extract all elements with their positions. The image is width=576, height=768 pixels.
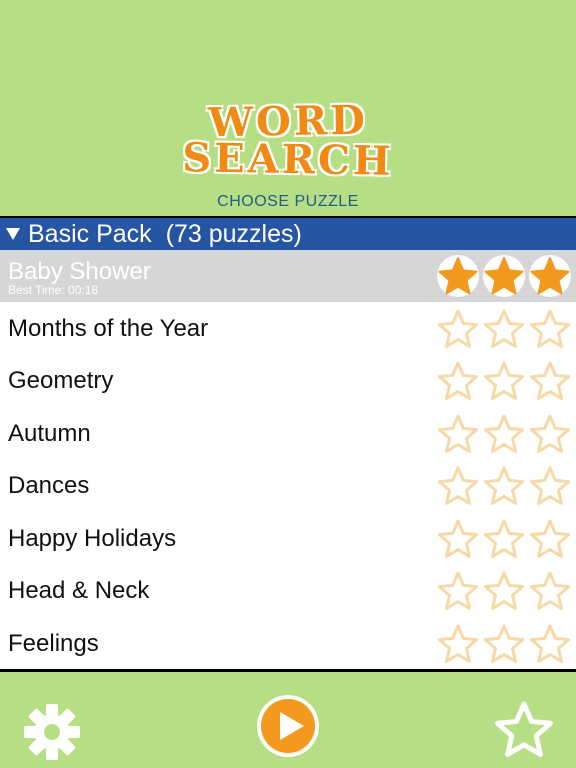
- puzzle-title: Geometry: [8, 367, 114, 394]
- puzzle-row[interactable]: Geometry: [0, 355, 576, 407]
- word-search-logo: WORD SEARCH: [128, 96, 448, 190]
- empty-star-icon: [437, 571, 479, 610]
- filled-star-icon: [437, 255, 479, 297]
- puzzle-title: Autumn: [8, 419, 91, 447]
- play-button[interactable]: [254, 692, 322, 760]
- empty-star-icon: [529, 361, 571, 400]
- puzzle-title: Months of the Year: [8, 314, 209, 342]
- best-time: Best Time: 00:18: [8, 283, 99, 297]
- choose-puzzle-subtitle: CHOOSE PUZZLE: [217, 193, 359, 210]
- empty-star-icon: [437, 414, 479, 453]
- puzzle-list: Basic Pack (73 puzzles) Baby Shower Best …: [0, 216, 576, 672]
- puzzle-row[interactable]: Autumn: [0, 408, 576, 460]
- empty-star-icon: [483, 571, 525, 610]
- star-rating: [436, 412, 572, 456]
- empty-star-icon: [483, 414, 525, 453]
- gear-icon[interactable]: [20, 700, 84, 764]
- puzzle-row[interactable]: Months of the Year: [0, 303, 576, 355]
- puzzle-row[interactable]: Feelings: [0, 618, 576, 670]
- empty-star-icon: [437, 309, 479, 348]
- puzzle-title: Dances: [8, 472, 90, 499]
- filled-star-icon: [529, 255, 571, 297]
- puzzle-row[interactable]: Baby Shower Best Time: 00:18: [0, 250, 576, 302]
- puzzle-row[interactable]: Happy Holidays: [0, 513, 576, 565]
- empty-star-icon: [483, 466, 525, 505]
- star-rating: [436, 622, 572, 666]
- empty-star-icon: [529, 466, 571, 505]
- empty-star-icon: [529, 414, 571, 453]
- empty-star-icon: [529, 624, 571, 663]
- favorites-star-button[interactable]: [492, 698, 556, 762]
- filled-star-icon: [483, 255, 525, 297]
- empty-star-icon: [437, 519, 479, 558]
- puzzle-row[interactable]: Head & Neck: [0, 565, 576, 617]
- puzzle-title: Head & Neck: [8, 577, 150, 604]
- star-icon: [495, 701, 553, 757]
- empty-star-icon: [437, 624, 479, 663]
- star-rating: [436, 254, 572, 298]
- star-rating: [436, 464, 572, 508]
- empty-star-icon: [437, 466, 479, 505]
- empty-star-icon: [483, 361, 525, 400]
- empty-star-icon: [483, 309, 525, 348]
- puzzle-title: Baby Shower: [8, 258, 151, 285]
- pack-name: Basic Pack: [28, 219, 152, 248]
- star-rating: [436, 569, 572, 613]
- empty-star-icon: [529, 519, 571, 558]
- star-rating: [436, 517, 572, 561]
- header: WORD SEARCH CHOOSE PUZZLE: [0, 0, 576, 216]
- puzzle-title: Happy Holidays: [8, 524, 177, 552]
- empty-star-icon: [483, 624, 525, 663]
- empty-star-icon: [529, 309, 571, 348]
- empty-star-icon: [529, 571, 571, 610]
- pack-count: (73 puzzles): [165, 219, 302, 248]
- puzzle-title: Feelings: [8, 629, 99, 657]
- empty-star-icon: [483, 519, 525, 558]
- empty-star-icon: [437, 361, 479, 400]
- pack-header[interactable]: Basic Pack (73 puzzles): [0, 218, 576, 250]
- puzzle-row[interactable]: Dances: [0, 460, 576, 512]
- star-rating: [436, 307, 572, 351]
- star-rating: [436, 359, 572, 403]
- footer-toolbar: [0, 672, 576, 768]
- collapse-triangle-icon: [6, 228, 20, 240]
- logo-line-search: SEARCH: [181, 133, 395, 186]
